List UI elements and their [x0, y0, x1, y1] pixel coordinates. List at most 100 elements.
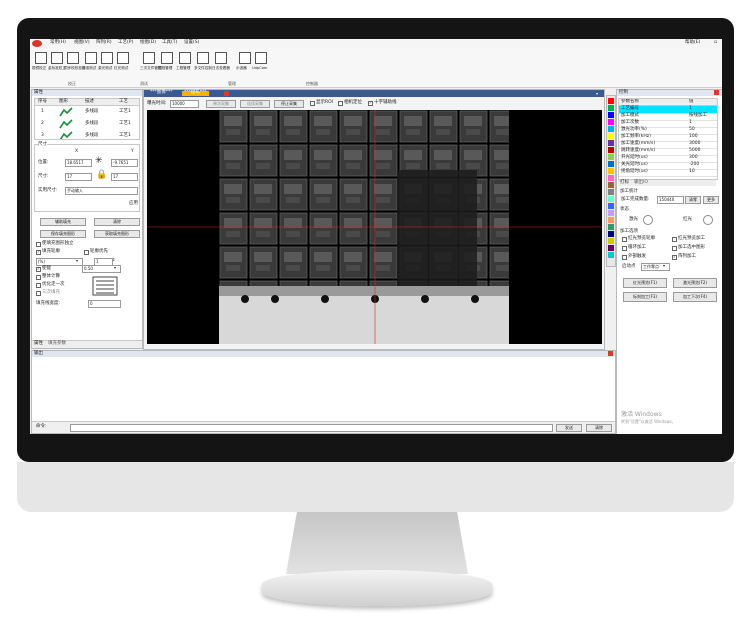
ribbon-tool-icon[interactable]	[239, 52, 251, 64]
tab-image[interactable]: ***图像***	[150, 90, 173, 96]
ribbon-tool-icon[interactable]	[117, 52, 129, 64]
close-icon[interactable]	[608, 351, 613, 356]
size-x-field[interactable]: 17	[65, 173, 92, 181]
anchor-cross-icon[interactable]: ✳	[95, 157, 103, 166]
palette-swatch[interactable]	[608, 98, 614, 104]
size-y-field[interactable]: 17	[111, 173, 138, 181]
fill-outline-checkbox[interactable]: ✓	[36, 250, 41, 255]
actual-size-field[interactable]: 手动输入	[65, 187, 138, 195]
table-row[interactable]: 2 多线段 工艺1	[35, 119, 139, 129]
ribbon-button-label[interactable]: 日志查看器	[212, 66, 230, 71]
ribbon-tool-icon[interactable]	[67, 52, 79, 64]
camera-viewport[interactable]	[147, 110, 602, 344]
red-preview-button[interactable]: 红光预览(F1)	[623, 278, 667, 288]
chevron-down-icon[interactable]: ▾	[76, 259, 78, 263]
select-process-checkbox[interactable]	[672, 246, 677, 251]
palette-swatch[interactable]	[608, 168, 614, 174]
param-value[interactable]: 100	[689, 134, 698, 140]
palette-swatch[interactable]	[608, 217, 614, 223]
enable-checkbox[interactable]: ✓	[36, 267, 41, 272]
ribbon-button-label[interactable]: 振镜校正	[32, 66, 46, 71]
palette-swatch[interactable]	[608, 196, 614, 202]
ribbon-tool-icon[interactable]	[161, 52, 173, 64]
assist-fill-button[interactable]: 辅助填充	[40, 218, 86, 226]
save-fill-button[interactable]: 保存填充图形	[40, 230, 86, 238]
exposure-field[interactable]: 10000	[170, 100, 199, 108]
palette-swatch[interactable]	[608, 203, 614, 209]
close-icon[interactable]	[224, 91, 229, 96]
menu-item[interactable]: 工艺(P)	[118, 40, 133, 46]
optimize-once-checkbox[interactable]	[36, 283, 41, 288]
triple-fill-checkbox[interactable]	[36, 291, 41, 296]
menu-item[interactable]: 工具(T)	[162, 40, 177, 46]
palette-swatch[interactable]	[608, 112, 614, 118]
palette-swatch[interactable]	[608, 245, 614, 251]
keep-fill-checkbox[interactable]	[36, 242, 41, 247]
position-y-field[interactable]: -9.7651	[111, 159, 138, 167]
spin-arrows-icon[interactable]: ⇕	[112, 258, 115, 262]
palette-swatch[interactable]	[608, 182, 614, 188]
palette-swatch[interactable]	[608, 119, 614, 125]
menu-item[interactable]: 阵列(R)	[96, 40, 112, 46]
palette-swatch[interactable]	[608, 140, 614, 146]
tab-property[interactable]: 属性	[34, 341, 43, 347]
clear-output-button[interactable]: 清除	[586, 424, 612, 432]
zero-button[interactable]: 清零	[685, 196, 701, 204]
menu-item[interactable]: 视图(V)	[74, 40, 90, 46]
show-roi-checkbox[interactable]	[310, 101, 315, 106]
ribbon-tool-icon[interactable]	[51, 52, 63, 64]
param-value[interactable]: 3000	[689, 141, 700, 147]
param-value[interactable]: 50	[689, 127, 695, 133]
fill-width-field[interactable]: 0	[88, 300, 121, 308]
menu-item[interactable]: 绘图(D)	[140, 40, 156, 46]
palette-swatch[interactable]	[608, 161, 614, 167]
app-logo-icon[interactable]	[32, 40, 42, 47]
lock-icon[interactable]: 🔒	[96, 171, 107, 180]
param-value[interactable]: 300	[689, 155, 698, 161]
ribbon-button-label[interactable]: 红光测试	[114, 66, 128, 71]
param-value[interactable]: 1	[689, 106, 692, 112]
more-button[interactable]: 更多	[703, 196, 719, 204]
red-sim-checkbox[interactable]	[672, 237, 677, 242]
dropdown-icon[interactable]: ▾	[596, 91, 598, 96]
external-trigger-checkbox[interactable]	[622, 255, 627, 260]
ribbon-tool-icon[interactable]	[255, 52, 267, 64]
cross-line-checkbox[interactable]: ✓	[368, 101, 373, 106]
chevron-down-icon[interactable]: ▾	[663, 264, 665, 268]
single-capture-button[interactable]: 单次采集	[206, 100, 236, 108]
window-controls-icon[interactable]: ▫	[714, 40, 717, 45]
laser-preview-button[interactable]: 激光预览(F2)	[673, 278, 717, 288]
camera-locate-checkbox[interactable]	[338, 101, 343, 106]
param-row[interactable]: 拐角延时(us) 10	[619, 169, 717, 177]
ribbon-button-label[interactable]: 标准测试	[82, 66, 96, 71]
position-x-field[interactable]: 18.6517	[65, 159, 92, 167]
ribbon-tool-icon[interactable]	[101, 52, 113, 64]
palette-swatch[interactable]	[608, 252, 614, 258]
param-value[interactable]: 10	[689, 169, 695, 175]
table-row[interactable]: 1 多线段 工艺1	[35, 107, 139, 117]
palette-swatch[interactable]	[608, 147, 614, 153]
send-button[interactable]: 发送	[556, 424, 582, 432]
start-point-select[interactable]: 工作零点	[641, 263, 670, 271]
menu-item[interactable]: 常用(H)	[50, 40, 66, 46]
red-frame-checkbox[interactable]	[622, 237, 627, 242]
array-process-checkbox[interactable]: ✓	[672, 255, 677, 260]
ribbon-button-label[interactable]: 图档管理	[158, 66, 172, 71]
chevron-down-icon[interactable]: ▾	[114, 266, 116, 270]
ribbon-button-label[interactable]: 工程管理	[176, 66, 190, 71]
palette-swatch[interactable]	[608, 105, 614, 111]
stop-capture-button[interactable]: 停止采集	[274, 100, 304, 108]
palette-swatch[interactable]	[608, 231, 614, 237]
apply-link[interactable]: 应用	[129, 201, 138, 207]
ribbon-tool-icon[interactable]	[197, 52, 209, 64]
param-value[interactable]: 按线加工	[689, 113, 707, 119]
palette-swatch[interactable]	[608, 154, 614, 160]
mark-button[interactable]: 标刻加工(F3)	[623, 292, 667, 302]
param-value[interactable]: 1	[689, 120, 692, 126]
close-icon[interactable]	[714, 90, 719, 95]
overall-calc-checkbox[interactable]	[36, 275, 41, 280]
tab-mark[interactable]: 打标	[620, 180, 629, 186]
ribbon-tool-icon[interactable]	[35, 52, 47, 64]
palette-swatch[interactable]	[608, 189, 614, 195]
ribbon-tool-icon[interactable]	[143, 52, 155, 64]
